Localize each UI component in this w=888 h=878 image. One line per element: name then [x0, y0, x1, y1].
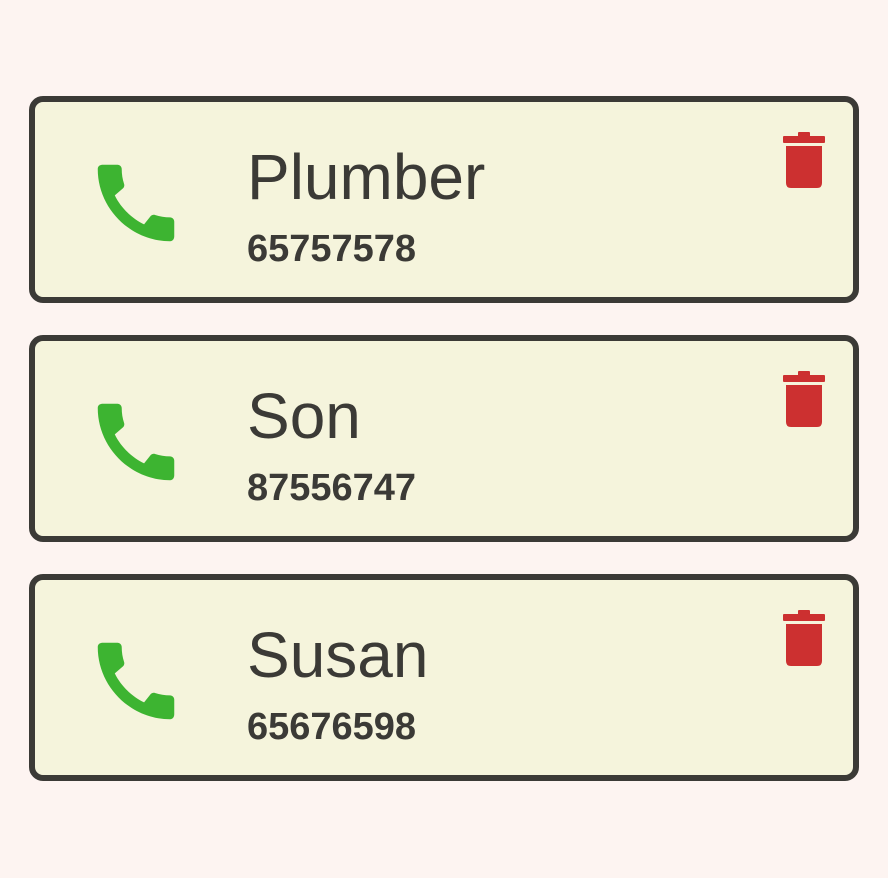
contact-name: Plumber [247, 141, 486, 213]
contact-card[interactable]: Susan 65676598 [29, 574, 859, 781]
trash-icon[interactable] [783, 371, 825, 427]
contact-number: 65676598 [247, 706, 417, 748]
phone-icon[interactable] [85, 391, 187, 493]
phone-icon[interactable] [85, 152, 187, 254]
trash-icon[interactable] [783, 610, 825, 666]
contacts-screen: Plumber 65757578 Son 87556747 Susan 6567… [0, 0, 888, 878]
contact-number: 65757578 [247, 228, 417, 270]
contact-number: 87556747 [247, 467, 417, 509]
contact-card[interactable]: Plumber 65757578 [29, 96, 859, 303]
contact-card[interactable]: Son 87556747 [29, 335, 859, 542]
contact-name: Son [247, 380, 361, 452]
contact-name: Susan [247, 619, 429, 691]
contact-list: Plumber 65757578 Son 87556747 Susan 6567… [29, 96, 859, 813]
trash-icon[interactable] [783, 132, 825, 188]
phone-icon[interactable] [85, 630, 187, 732]
